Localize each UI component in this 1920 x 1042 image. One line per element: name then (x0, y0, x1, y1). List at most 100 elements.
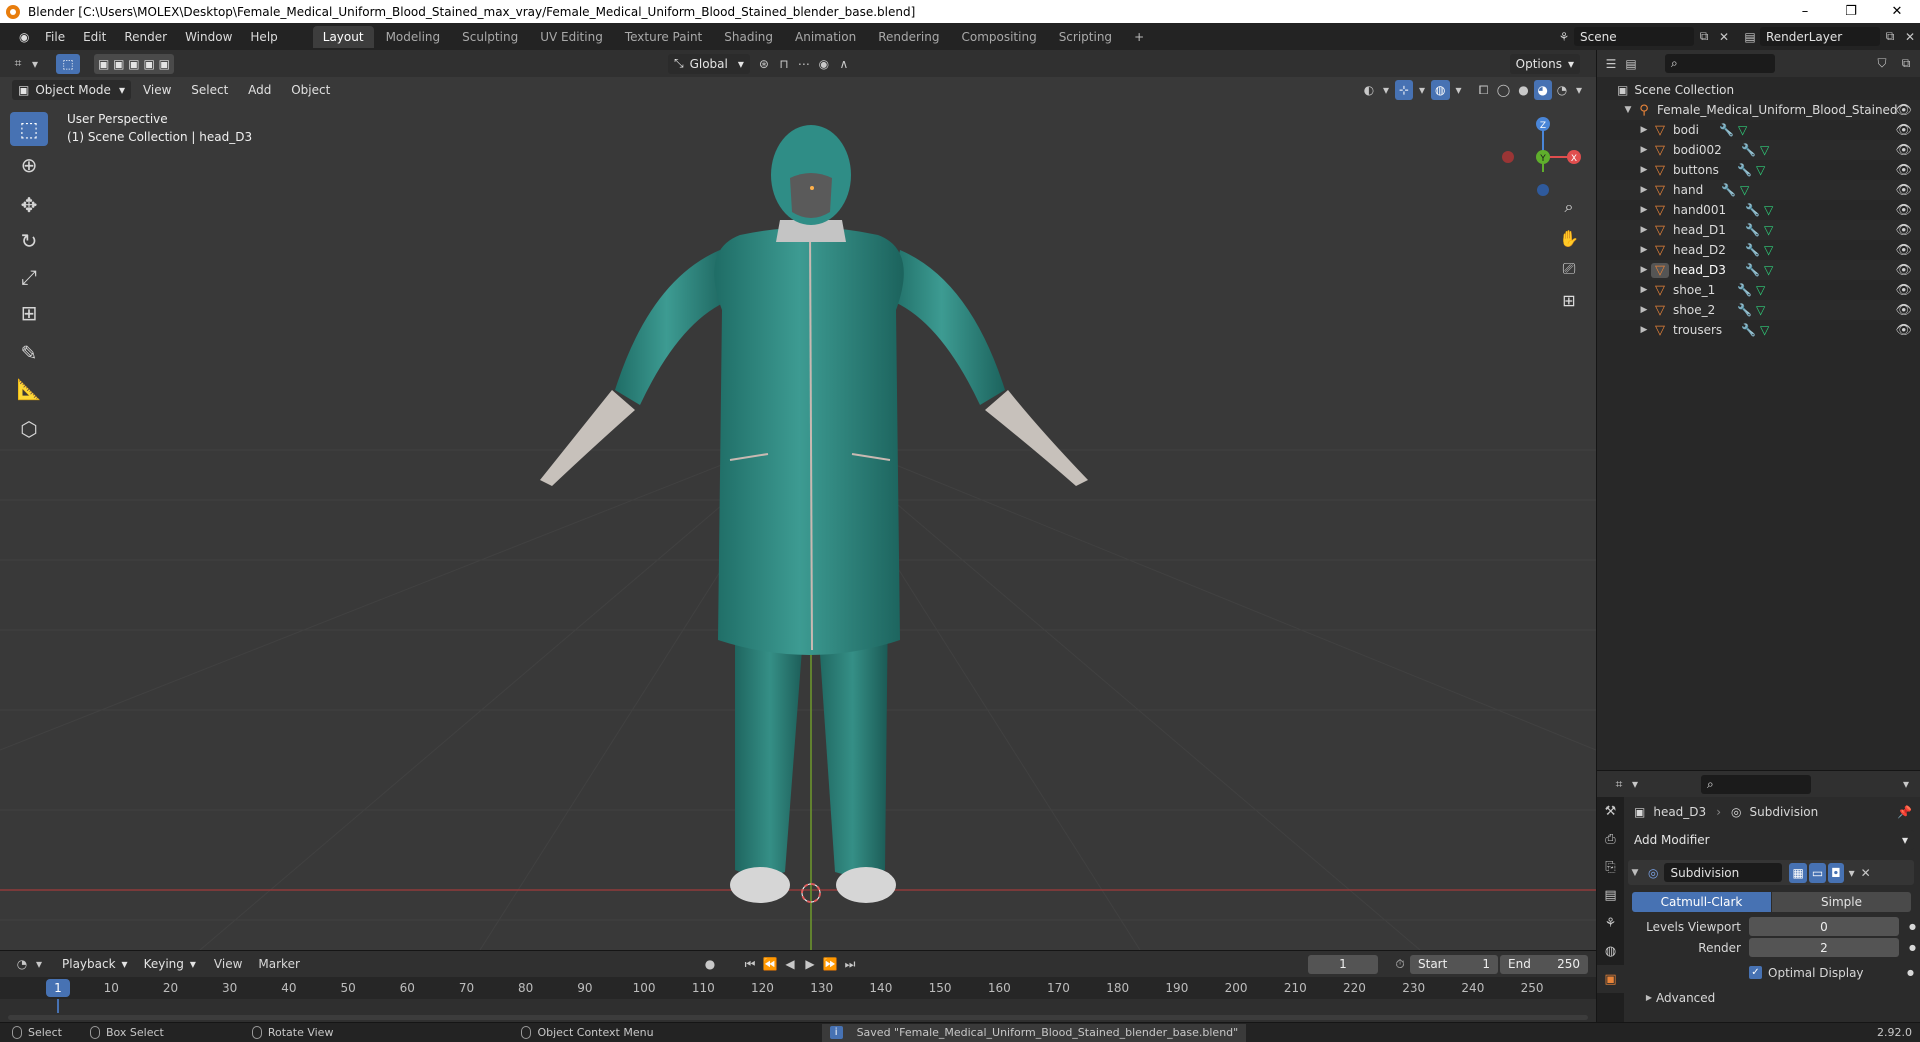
outliner-item-head-d3[interactable]: ▶ ▽ head_D3 🔧 ▽ 👁 (1597, 260, 1920, 280)
solid-shading-icon[interactable]: ● (1514, 83, 1534, 97)
gizmo-icon[interactable]: ⊹ (1394, 80, 1414, 100)
scale-tool-icon[interactable]: ⤢ (10, 260, 48, 294)
menu-file[interactable]: File (36, 30, 74, 44)
scene-collection-row[interactable]: ▣ Scene Collection (1597, 80, 1920, 100)
select-box-tool-icon[interactable]: ⬚ (10, 112, 48, 146)
expand-arrow-icon[interactable]: ▶ (1637, 245, 1651, 255)
delete-scene-icon[interactable]: ✕ (1714, 30, 1734, 44)
expand-arrow-icon[interactable]: ▶ (1642, 993, 1656, 1002)
xray-icon[interactable]: ⧠ (1474, 83, 1494, 98)
pin-icon[interactable]: 📌 (1897, 805, 1912, 819)
next-keyframe-icon[interactable]: ⏩ (820, 957, 840, 971)
editor-type-icon[interactable]: ⌗ (8, 56, 28, 71)
expand-arrow-icon[interactable]: ▶ (1637, 225, 1651, 235)
render-levels-field[interactable]: 2 (1749, 938, 1899, 957)
properties-search-input[interactable]: ⌕ (1701, 774, 1811, 794)
transform-tool-icon[interactable]: ⊞ (10, 296, 48, 330)
prev-keyframe-icon[interactable]: ⏪ (760, 957, 780, 971)
display-mode-icon[interactable]: ▤ (1621, 57, 1641, 71)
overlay-icon[interactable]: ◍ (1431, 80, 1450, 100)
visibility-eye-icon[interactable]: 👁 (1895, 143, 1912, 158)
visibility-eye-icon[interactable]: 👁 (1895, 103, 1912, 118)
viewport-menu-object[interactable]: Object (283, 83, 338, 97)
properties-editor-icon[interactable]: ⌗ (1609, 777, 1629, 792)
blender-menu-icon[interactable]: ◉ (10, 30, 30, 44)
transform-orientation-dropdown[interactable]: ⤡ Global ▾ (667, 53, 750, 74)
select-mode-icon[interactable]: ▣ ▣ ▣ ▣ ▣ (94, 53, 174, 74)
outliner-item-head-d1[interactable]: ▶ ▽ head_D1 🔧 ▽ 👁 (1597, 220, 1920, 240)
render-tab-icon[interactable]: ⎙ (1597, 825, 1624, 853)
chevron-down-icon[interactable]: ▾ (1845, 866, 1859, 880)
optimal-display-checkbox[interactable]: ✓ (1749, 966, 1762, 979)
viewport-canvas[interactable] (0, 50, 1596, 950)
falloff-icon[interactable]: ∧ (834, 57, 854, 71)
navigation-gizmo[interactable]: Z X Y (1498, 112, 1588, 202)
view-layer-tab-icon[interactable]: ▤ (1597, 881, 1624, 909)
snap-icon[interactable]: ⊓ (774, 57, 794, 71)
tab-shading[interactable]: Shading (714, 26, 783, 48)
viewport-menu-select[interactable]: Select (183, 83, 236, 97)
jump-start-icon[interactable]: ⏮ (740, 957, 760, 972)
modifier-wrench-icon[interactable]: 🔧 (1745, 243, 1760, 257)
outliner-item-shoe-1[interactable]: ▶ ▽ shoe_1 🔧 ▽ 👁 (1597, 280, 1920, 300)
snap-target-icon[interactable]: ⋯ (794, 57, 814, 71)
timeline-menu-marker[interactable]: Marker (250, 957, 307, 971)
pivot-icon[interactable]: ⊛ (754, 57, 774, 71)
modifier-wrench-icon[interactable]: 🔧 (1719, 123, 1734, 137)
filter-icon[interactable]: ⛉ (1872, 56, 1892, 71)
gizmo-neg-x-axis[interactable] (1502, 151, 1514, 163)
mesh-data-icon[interactable]: ▽ (1764, 203, 1773, 217)
mesh-data-icon[interactable]: ▽ (1740, 183, 1749, 197)
stopwatch-icon[interactable]: ⏱ (1390, 957, 1410, 972)
visibility-eye-icon[interactable]: 👁 (1895, 303, 1912, 318)
mesh-data-icon[interactable]: ▽ (1760, 143, 1769, 157)
view-layer-icon[interactable]: ▤ (1740, 30, 1760, 44)
outliner-search-input[interactable]: ⌕ (1665, 54, 1775, 73)
menu-help[interactable]: Help (241, 30, 286, 44)
close-window-button[interactable]: ✕ (1874, 0, 1920, 23)
edit-mode-toggle-icon[interactable]: ▦ (1789, 862, 1807, 883)
expand-arrow-icon[interactable]: ▶ (1637, 125, 1651, 135)
modifier-wrench-icon[interactable]: 🔧 (1741, 323, 1756, 337)
ortho-grid-icon[interactable]: ⊞ (1555, 286, 1583, 314)
collection-row[interactable]: ▼ ⚲ Female_Medical_Uniform_Blood_Stained… (1597, 100, 1920, 120)
visibility-icon[interactable]: ◐ (1359, 83, 1379, 97)
keyframe-dot-icon[interactable]: ● (1907, 968, 1914, 977)
rotate-tool-icon[interactable]: ↻ (10, 224, 48, 258)
timeline-editor-icon[interactable]: ◔ (12, 957, 32, 971)
current-frame-field[interactable]: 1 (1308, 954, 1378, 974)
levels-viewport-field[interactable]: 0 (1749, 917, 1899, 936)
options-dropdown[interactable]: Options ▾ (1509, 53, 1580, 74)
mesh-data-icon[interactable]: ▽ (1756, 283, 1765, 297)
mesh-data-icon[interactable]: ▽ (1764, 263, 1773, 277)
mesh-data-icon[interactable]: ▽ (1756, 163, 1765, 177)
record-icon[interactable]: ● (700, 957, 720, 971)
play-reverse-icon[interactable]: ◀ (780, 957, 800, 971)
mesh-data-icon[interactable]: ▽ (1764, 223, 1773, 237)
viewport-toggle-icon[interactable]: ▭ (1808, 862, 1827, 883)
gizmo-neg-z-axis[interactable] (1537, 184, 1549, 196)
chevron-down-icon[interactable]: ▾ (1896, 777, 1916, 791)
outliner-item-hand001[interactable]: ▶ ▽ hand001 🔧 ▽ 👁 (1597, 200, 1920, 220)
chevron-down-icon[interactable]: ▾ (1452, 83, 1466, 97)
chevron-down-icon[interactable]: ▾ (1415, 83, 1429, 97)
modifier-wrench-icon[interactable]: 🔧 (1745, 203, 1760, 217)
add-workspace-button[interactable]: + (1124, 26, 1154, 48)
chevron-down-icon[interactable]: ▾ (1379, 83, 1393, 97)
viewport-menu-view[interactable]: View (135, 83, 179, 97)
mesh-data-icon[interactable]: ▽ (1738, 123, 1747, 137)
playback-menu[interactable]: Playback ▾ (56, 954, 134, 974)
timeline-track-area[interactable] (0, 999, 1596, 1023)
outliner-item-head-d2[interactable]: ▶ ▽ head_D2 🔧 ▽ 👁 (1597, 240, 1920, 260)
modifier-name-field[interactable]: Subdivision (1664, 863, 1783, 882)
tab-uv-editing[interactable]: UV Editing (530, 26, 613, 48)
new-collection-icon[interactable]: ⧉ (1896, 56, 1916, 71)
jump-end-icon[interactable]: ⏭ (840, 957, 860, 972)
visibility-eye-icon[interactable]: 👁 (1895, 123, 1912, 138)
tab-sculpting[interactable]: Sculpting (452, 26, 528, 48)
outliner-editor-icon[interactable]: ☰ (1601, 57, 1621, 71)
editor-type-chevron-down-icon[interactable]: ▾ (28, 57, 42, 71)
modifier-wrench-icon[interactable]: 🔧 (1745, 223, 1760, 237)
remove-modifier-icon[interactable]: ✕ (1859, 866, 1873, 880)
output-tab-icon[interactable]: ⎘ (1597, 853, 1624, 881)
